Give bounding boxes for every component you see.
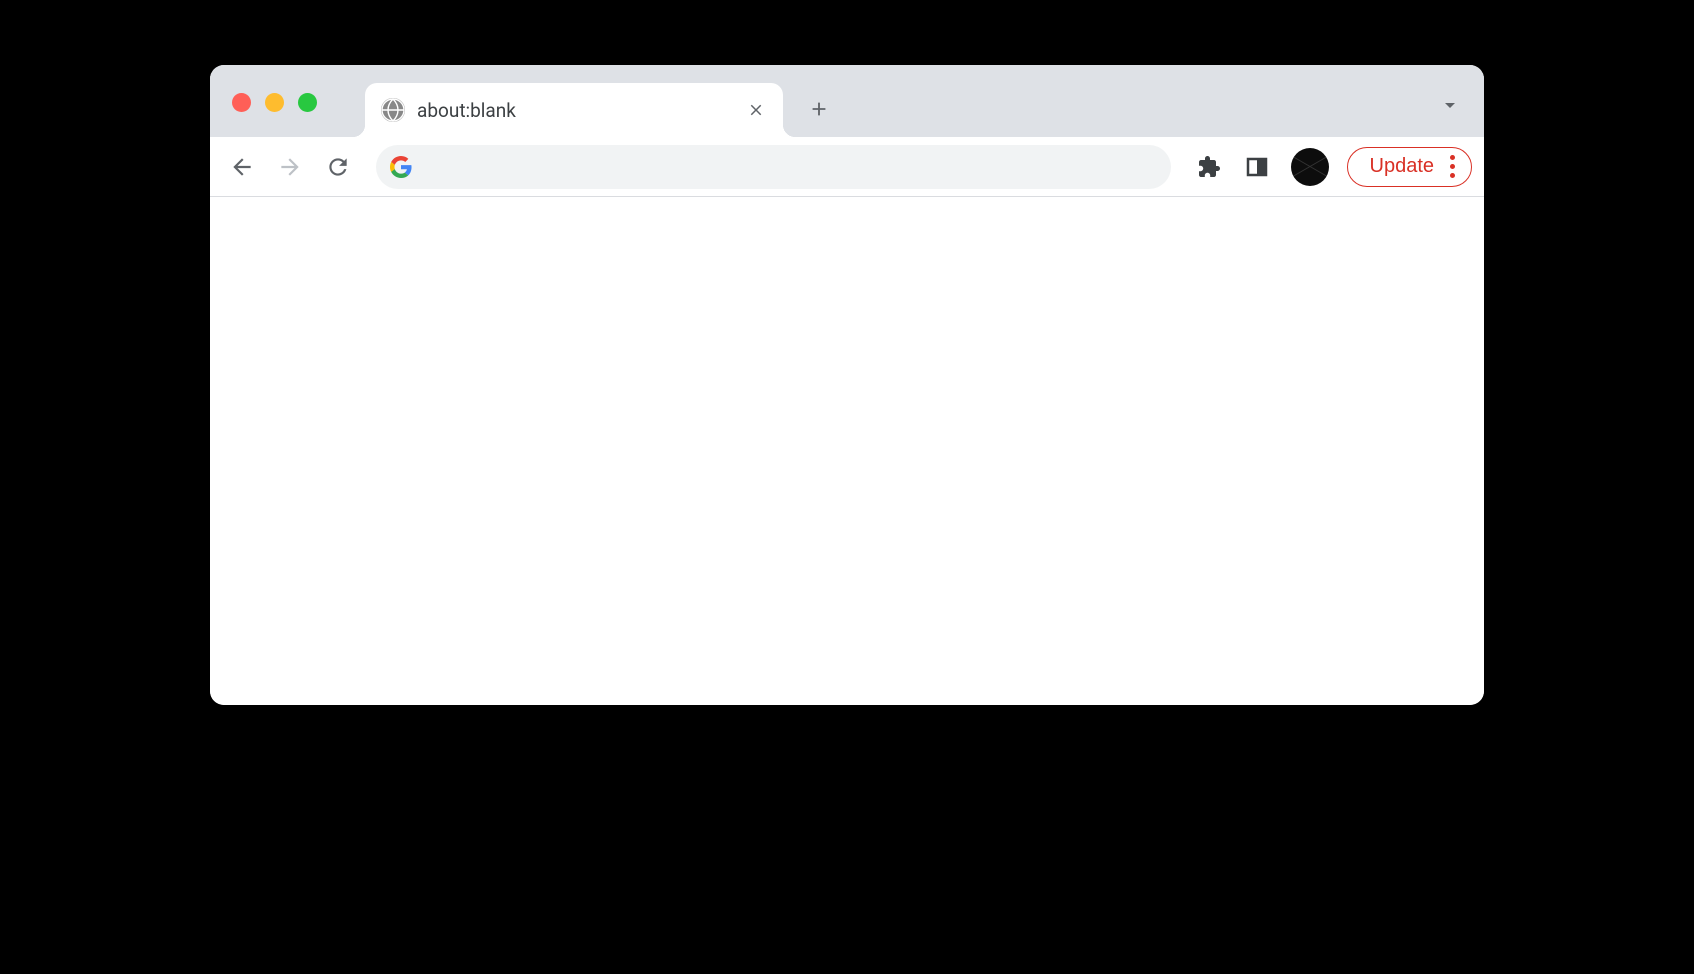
globe-icon	[381, 98, 405, 122]
maximize-window-button[interactable]	[298, 93, 317, 112]
forward-button[interactable]	[270, 147, 310, 187]
extensions-button[interactable]	[1189, 147, 1229, 187]
update-button[interactable]: Update	[1347, 147, 1473, 187]
close-tab-button[interactable]	[745, 99, 767, 121]
tab-strip: about:blank	[210, 65, 1484, 137]
browser-window: about:blank	[210, 65, 1484, 705]
profile-avatar[interactable]	[1291, 148, 1329, 186]
back-button[interactable]	[222, 147, 262, 187]
more-vert-icon	[1450, 155, 1455, 178]
address-input[interactable]	[412, 156, 1157, 177]
toolbar: Update	[210, 137, 1484, 197]
window-controls	[232, 93, 317, 112]
tab-title: about:blank	[417, 99, 733, 122]
google-icon	[390, 156, 412, 178]
browser-tab[interactable]: about:blank	[365, 83, 783, 137]
minimize-window-button[interactable]	[265, 93, 284, 112]
tab-search-button[interactable]	[1438, 93, 1462, 121]
reload-button[interactable]	[318, 147, 358, 187]
close-window-button[interactable]	[232, 93, 251, 112]
side-panel-button[interactable]	[1237, 147, 1277, 187]
page-content	[210, 197, 1484, 705]
new-tab-button[interactable]	[805, 95, 833, 123]
update-label: Update	[1370, 155, 1435, 178]
address-bar[interactable]	[376, 145, 1171, 189]
